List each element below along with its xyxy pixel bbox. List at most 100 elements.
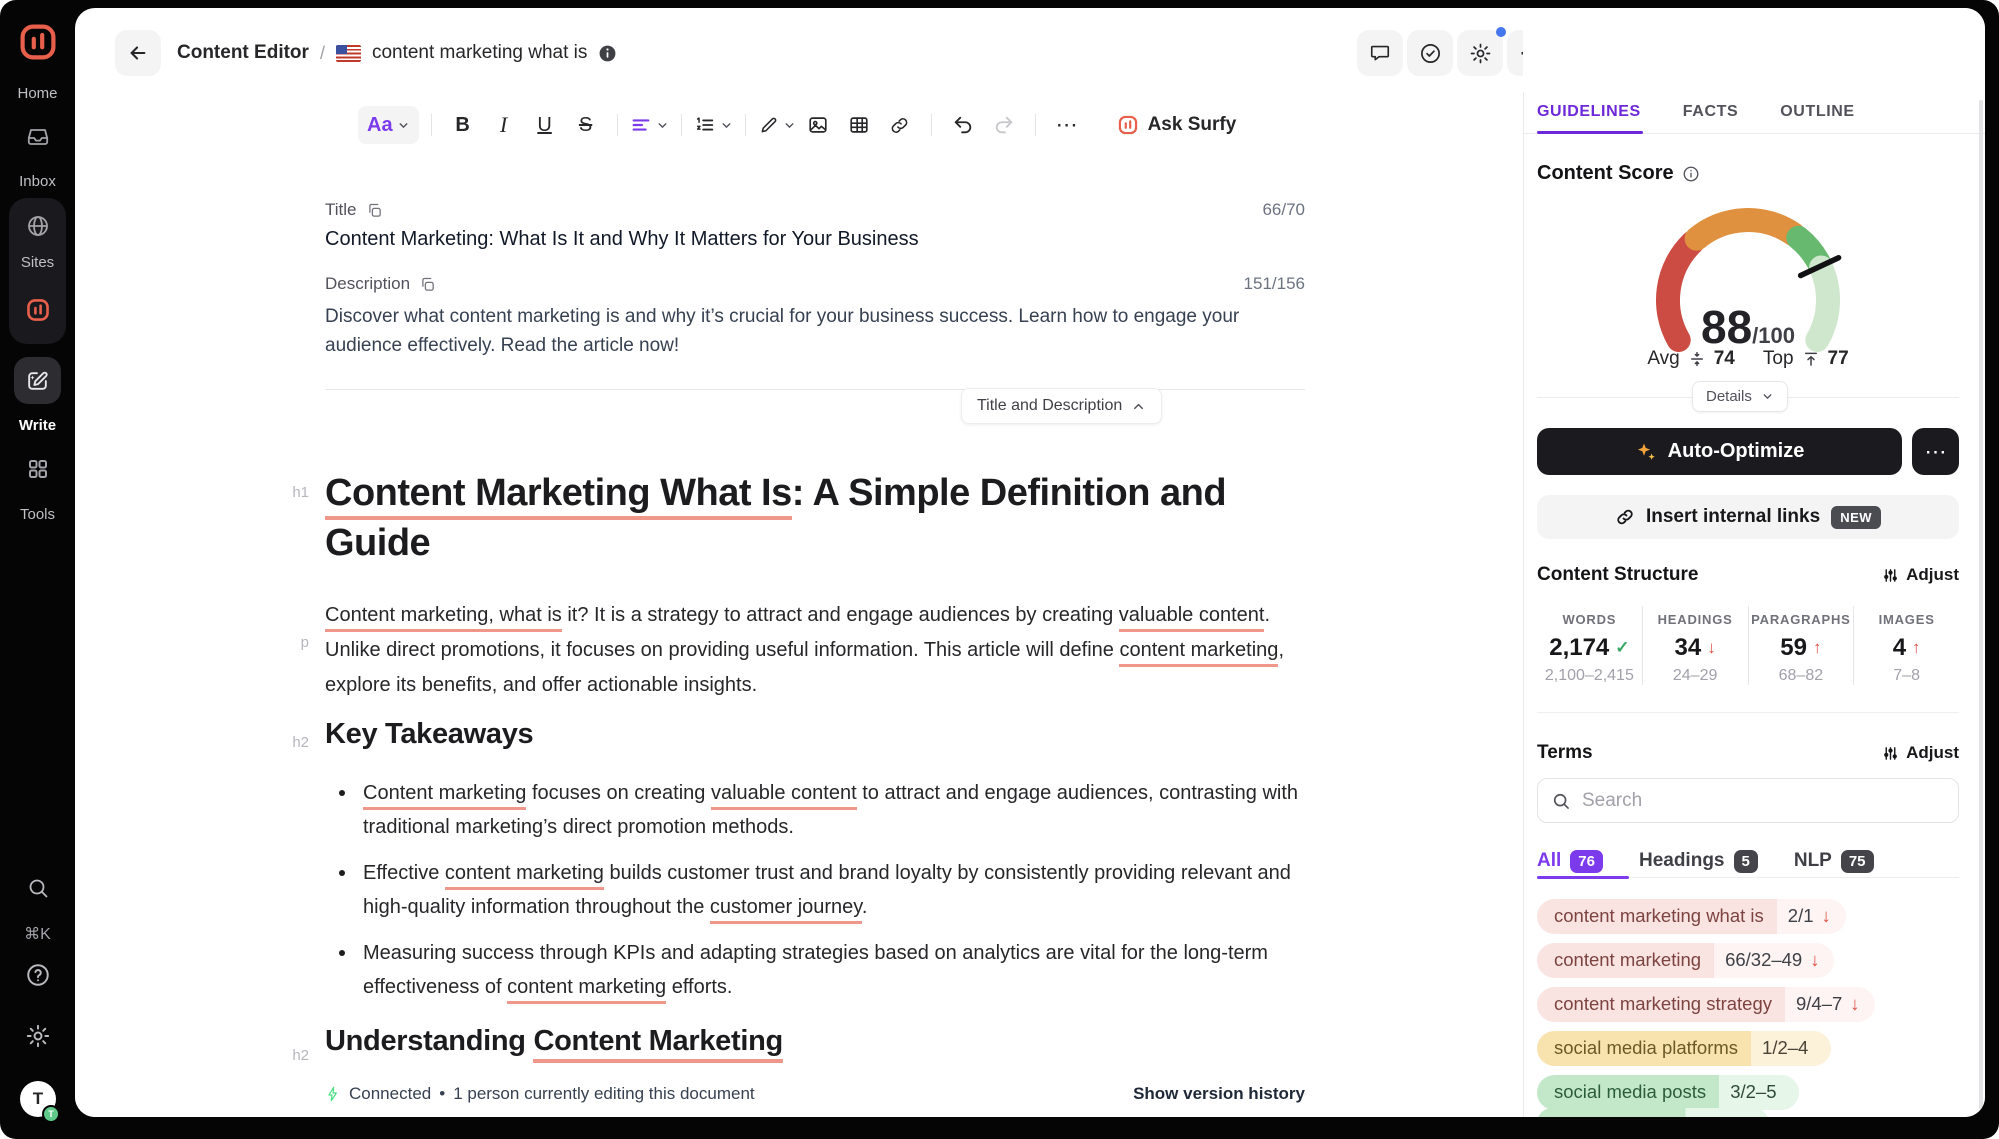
tab-guidelines[interactable]: GUIDELINES xyxy=(1537,103,1641,121)
copy-icon xyxy=(366,202,383,219)
filter-all[interactable]: All 76 xyxy=(1537,850,1603,873)
title-label: Title xyxy=(325,200,357,220)
filter-headings[interactable]: Headings 5 xyxy=(1639,850,1758,873)
sidebar-item-inbox[interactable]: Inbox xyxy=(0,173,75,190)
filter-nlp[interactable]: NLP 75 xyxy=(1794,850,1874,873)
term-chip[interactable]: social media posts 3/2–5 xyxy=(1537,1075,1799,1110)
sidebar-item-sites[interactable]: Sites xyxy=(0,254,75,271)
term-chip[interactable]: social media platforms 1/2–4 xyxy=(1537,1031,1831,1066)
block-type-label: h2 xyxy=(261,1047,309,1064)
info-icon xyxy=(1682,165,1700,183)
help-icon[interactable] xyxy=(25,962,51,988)
document-paragraph[interactable]: Content marketing, what is it? It is a s… xyxy=(325,598,1305,703)
title-input[interactable]: Content Marketing: What Is It and Why It… xyxy=(325,228,919,251)
content-score-title: Content Score xyxy=(1537,162,1674,185)
gear-icon[interactable] xyxy=(25,1023,51,1049)
description-input[interactable]: Discover what content marketing is and w… xyxy=(325,302,1301,360)
stat-paragraphs: PARAGRAPHS 59↑ 68–82 xyxy=(1748,606,1854,685)
status-separator: • xyxy=(439,1084,445,1104)
approve-button[interactable] xyxy=(1407,30,1453,76)
auto-optimize-more-button[interactable]: ⋯ xyxy=(1912,428,1959,475)
arrow-down-icon: ↓ xyxy=(1822,905,1831,927)
term-chip[interactable]: content marketing what is 2/1↓ xyxy=(1537,899,1846,934)
term-chip[interactable]: content marketing strategy 9/4–7↓ xyxy=(1537,987,1875,1022)
sidebar-item-tools[interactable]: Tools xyxy=(0,506,75,523)
surfer-logo[interactable] xyxy=(17,21,59,63)
terms-adjust-button[interactable]: Adjust xyxy=(1882,743,1959,763)
term-chip-partial[interactable] xyxy=(1537,1108,1769,1117)
filter-count-badge: 5 xyxy=(1734,850,1758,873)
editing-status: 1 person currently editing this document xyxy=(453,1084,754,1104)
avg-label: Avg xyxy=(1647,348,1679,370)
search-icon[interactable] xyxy=(26,876,50,900)
filter-count-badge: 76 xyxy=(1570,850,1603,873)
block-type-label: p xyxy=(261,634,309,651)
copy-icon xyxy=(419,276,436,293)
check-icon: ✓ xyxy=(1615,638,1629,658)
document-h1[interactable]: Content Marketing What Is: A Simple Defi… xyxy=(325,468,1305,568)
panel-scrollbar[interactable] xyxy=(1979,100,1983,1109)
sparkles-icon xyxy=(1635,441,1657,463)
score-benchmarks: Avg 74 Top 77 xyxy=(1523,348,1973,370)
surfer-mini-icon[interactable] xyxy=(25,297,51,323)
settings-button[interactable] xyxy=(1457,30,1503,76)
connection-status: Connected xyxy=(349,1084,431,1104)
comments-button[interactable] xyxy=(1357,30,1403,76)
stat-headings: HEADINGS 34↓ 24–29 xyxy=(1642,606,1748,685)
sliders-icon xyxy=(1882,567,1899,584)
terms-search-input[interactable] xyxy=(1538,779,1958,822)
document-h2[interactable]: Key Takeaways xyxy=(325,714,1305,754)
grid-icon[interactable] xyxy=(26,457,50,481)
lightning-icon xyxy=(325,1085,341,1103)
sidebar-item-write[interactable]: Write xyxy=(0,417,75,434)
arrow-down-icon: ↓ xyxy=(1707,638,1716,658)
globe-icon[interactable] xyxy=(26,214,50,238)
block-type-label: h1 xyxy=(261,484,309,501)
description-label: Description xyxy=(325,274,410,294)
sidebar-item-write-button[interactable] xyxy=(14,357,61,404)
inbox-icon[interactable] xyxy=(26,125,50,149)
list-item[interactable]: Effective content marketing builds custo… xyxy=(325,856,1305,924)
terms-title: Terms xyxy=(1537,742,1593,764)
tab-facts[interactable]: FACTS xyxy=(1683,103,1738,121)
terms-search xyxy=(1537,778,1959,823)
sidebar-item-home[interactable]: Home xyxy=(0,85,75,102)
main-window: Content Editor / content marketing what … xyxy=(75,8,1985,1117)
arrow-up-icon: ↑ xyxy=(1813,638,1822,658)
term-chip-list: content marketing what is 2/1↓ content m… xyxy=(1537,899,1959,1117)
avg-value: 74 xyxy=(1714,348,1735,370)
filter-count-badge: 75 xyxy=(1841,850,1874,873)
list-item[interactable]: Content marketing focuses on creating va… xyxy=(325,776,1305,844)
show-version-history-link[interactable]: Show version history xyxy=(1133,1084,1305,1104)
term-chip[interactable]: content marketing 66/32–49↓ xyxy=(1537,943,1834,978)
structure-adjust-button[interactable]: Adjust xyxy=(1882,565,1959,585)
command-k-shortcut[interactable]: ⌘K xyxy=(0,924,75,944)
document-editor[interactable]: h1 Content Marketing What Is: A Simple D… xyxy=(325,453,1305,1061)
link-icon xyxy=(1615,507,1635,527)
guidelines-panel: GUIDELINES FACTS OUTLINE Content Score xyxy=(1523,8,1985,1117)
list-item[interactable]: Measuring success through KPIs and adapt… xyxy=(325,936,1305,1004)
terms-filters: All 76 Headings 5 NLP 75 xyxy=(1537,846,1959,876)
stat-words: WORDS 2,174✓ 2,100–2,415 xyxy=(1537,606,1642,685)
arrow-up-icon: ↑ xyxy=(1912,638,1921,658)
section-divider xyxy=(1537,712,1959,713)
notification-dot xyxy=(1496,27,1506,37)
avg-icon xyxy=(1688,350,1706,368)
document-bullet-list[interactable]: Content marketing focuses on creating va… xyxy=(325,776,1305,1004)
chevron-up-icon xyxy=(1131,399,1146,414)
back-button[interactable] xyxy=(115,30,161,76)
editor-status-bar: Connected • 1 person currently editing t… xyxy=(75,1071,1523,1117)
content-structure-title: Content Structure xyxy=(1537,564,1699,586)
score-value: 88/100 xyxy=(1638,300,1858,354)
breadcrumb-section[interactable]: Content Editor xyxy=(177,42,309,64)
tab-outline[interactable]: OUTLINE xyxy=(1780,103,1854,121)
document-h2[interactable]: Understanding Content Marketing xyxy=(325,1021,1305,1061)
sidebar-group: Sites xyxy=(9,198,66,344)
auto-optimize-button[interactable]: Auto-Optimize xyxy=(1537,428,1902,475)
app-window: Home Inbox Sites Write Tools ⌘K xyxy=(0,0,1999,1139)
collapse-title-description-button[interactable]: Title and Description xyxy=(961,388,1162,424)
write-icon xyxy=(25,368,50,393)
content-score-header: Content Score xyxy=(1537,162,1959,185)
details-button[interactable]: Details xyxy=(1692,381,1788,412)
insert-internal-links-button[interactable]: Insert internal links NEW xyxy=(1537,495,1959,539)
